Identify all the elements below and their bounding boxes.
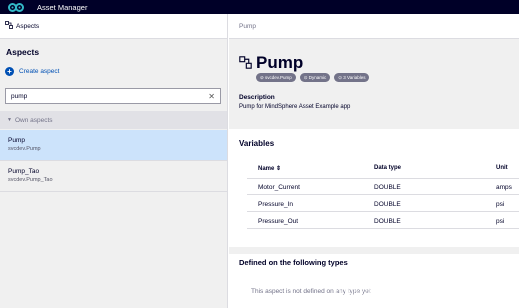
watermark: https://blog.csdn.net/Mendix bbox=[335, 285, 472, 297]
app-title: Asset Manager bbox=[37, 2, 88, 12]
title-row: Pump bbox=[239, 53, 303, 73]
create-aspect-label: Create aspect bbox=[19, 68, 60, 75]
defined-on-heading: Defined on the following types bbox=[239, 258, 348, 267]
breadcrumb: Pump bbox=[229, 14, 519, 39]
aspect-icon bbox=[5, 21, 13, 31]
detail-panel: Pump Pump ⊘ svcdev.Pump ⊙ Dynamic ⊙ 3 Va… bbox=[229, 14, 519, 308]
defined-on-card: Defined on the following types This aspe… bbox=[229, 254, 519, 308]
table-row[interactable]: Pressure_Out DOUBLE psi bbox=[247, 213, 519, 229]
status-badge: ⊘ svcdev.Pump bbox=[256, 73, 296, 82]
sort-icon: ⇕ bbox=[276, 166, 282, 172]
status-badge: ⊙ 3 Variables bbox=[334, 73, 370, 82]
column-header-unit: Unit bbox=[496, 165, 508, 171]
sidebar-header-label: Aspects bbox=[16, 22, 40, 30]
search-input[interactable]: pump ✕ bbox=[5, 88, 221, 104]
table-row[interactable]: Motor_Current DOUBLE amps bbox=[247, 179, 519, 195]
list-item-sub: svcdev.Pump_Tao bbox=[8, 177, 53, 183]
aspect-icon bbox=[239, 55, 252, 71]
close-icon[interactable]: ✕ bbox=[208, 92, 215, 101]
description-heading: Description bbox=[239, 94, 275, 101]
list-item-sub: svcdev.Pump bbox=[8, 146, 41, 152]
create-aspect-button[interactable]: + Create aspect bbox=[5, 67, 59, 76]
list-item-name: Pump bbox=[8, 137, 25, 144]
section-title: Aspects bbox=[6, 47, 40, 57]
top-bar: Asset Manager bbox=[0, 0, 519, 14]
search-value: pump bbox=[11, 92, 28, 100]
sidebar-header: Aspects bbox=[0, 14, 227, 39]
page-title: Pump bbox=[256, 53, 304, 72]
list-item[interactable]: Pump svcdev.Pump bbox=[0, 130, 227, 161]
own-aspects-group[interactable]: ▼ Own aspects bbox=[0, 111, 227, 129]
variables-heading: Variables bbox=[239, 139, 275, 148]
plus-icon: + bbox=[5, 67, 14, 76]
column-header-type: Data type bbox=[374, 165, 402, 171]
status-badge: ⊙ Dynamic bbox=[299, 73, 331, 82]
table-row[interactable]: Pressure_In DOUBLE psi bbox=[247, 196, 519, 212]
list-item[interactable]: Pump_Tao svcdev.Pump_Tao bbox=[0, 161, 227, 192]
group-label: Own aspects bbox=[14, 116, 53, 124]
aspects-sidebar: Aspects Aspects + Create aspect pump ✕ ▼… bbox=[0, 14, 228, 308]
chevron-down-icon: ▼ bbox=[7, 117, 12, 123]
list-item-name: Pump_Tao bbox=[8, 168, 40, 175]
description-text: Pump for MindSphere Asset Example app bbox=[239, 104, 351, 110]
variables-card: Variables Name ⇕ Data type Unit Motor_Cu… bbox=[229, 129, 519, 247]
column-header-name[interactable]: Name ⇕ bbox=[258, 165, 281, 172]
badge-row: ⊘ svcdev.Pump ⊙ Dynamic ⊙ 3 Variables bbox=[256, 73, 370, 82]
app-logo-icon[interactable] bbox=[0, 0, 31, 14]
